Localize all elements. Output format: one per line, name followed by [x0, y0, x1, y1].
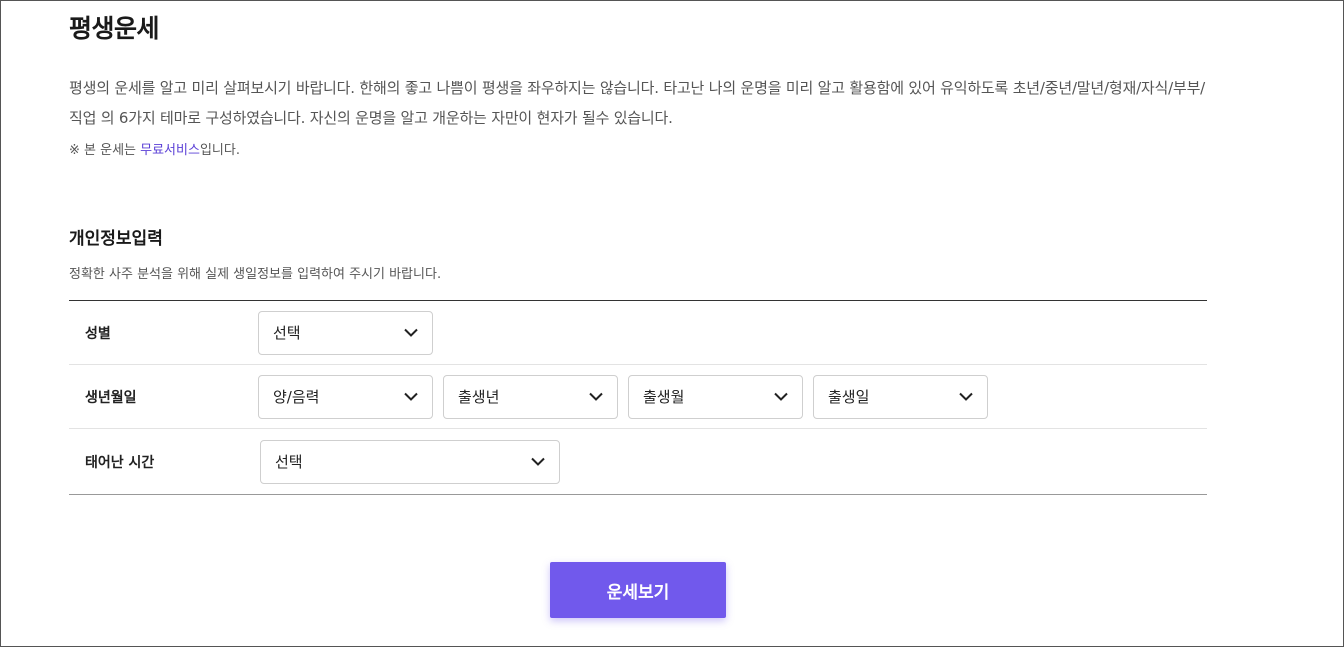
page-title: 평생운세: [69, 14, 160, 43]
notice-prefix: ※ 본 운세는: [69, 143, 141, 158]
gender-select[interactable]: 선택: [258, 310, 433, 355]
birthdate-fields: 양/음력 출생년 출생월 출생일: [258, 374, 988, 419]
birthdate-row: 생년월일 양/음력 출생년 출생월 출생일: [69, 365, 1207, 429]
gender-fields: 선택: [258, 310, 433, 355]
chevron-down-icon: [589, 390, 603, 404]
chevron-down-icon: [959, 390, 973, 404]
chevron-down-icon: [404, 390, 418, 404]
birth-month-select-value: 출생월: [643, 388, 685, 406]
calendar-type-select-value: 양/음력: [273, 388, 320, 406]
service-notice: ※ 본 운세는 무료서비스입니다.: [69, 139, 240, 158]
view-fortune-button[interactable]: 운세보기: [550, 562, 726, 618]
birth-time-select-value: 선택: [275, 453, 303, 471]
birth-year-select[interactable]: 출생년: [443, 374, 618, 419]
chevron-down-icon: [531, 455, 545, 469]
personal-info-form: 성별 선택 생년월일 양/음력 출생년 출생월 출생일 태어난 시간 선택: [69, 300, 1207, 495]
intro-text: 평생의 운세를 알고 미리 살펴보시기 바랍니다. 한해의 좋고 나쁨이 평생을…: [69, 79, 1206, 127]
gender-select-value: 선택: [273, 324, 301, 342]
birthdate-label: 생년월일: [85, 389, 137, 406]
birth-time-select[interactable]: 선택: [260, 439, 560, 484]
birthtime-label: 태어난 시간: [85, 454, 155, 471]
notice-suffix: 입니다.: [199, 143, 240, 158]
birth-day-select-value: 출생일: [828, 388, 870, 406]
calendar-type-select[interactable]: 양/음력: [258, 374, 433, 419]
gender-row: 성별 선택: [69, 301, 1207, 365]
chevron-down-icon: [774, 390, 788, 404]
section-title: 개인정보입력: [69, 229, 163, 249]
chevron-down-icon: [404, 326, 418, 340]
free-service-text: 무료서비스: [140, 143, 200, 158]
birth-day-select[interactable]: 출생일: [813, 374, 988, 419]
birthtime-row: 태어난 시간 선택: [69, 429, 1207, 494]
birth-month-select[interactable]: 출생월: [628, 374, 803, 419]
gender-label: 성별: [85, 325, 111, 342]
birthtime-fields: 선택: [258, 439, 560, 484]
section-description: 정확한 사주 분석을 위해 실제 생일정보를 입력하여 주시기 바랍니다.: [69, 267, 442, 282]
birth-year-select-value: 출생년: [458, 388, 500, 406]
